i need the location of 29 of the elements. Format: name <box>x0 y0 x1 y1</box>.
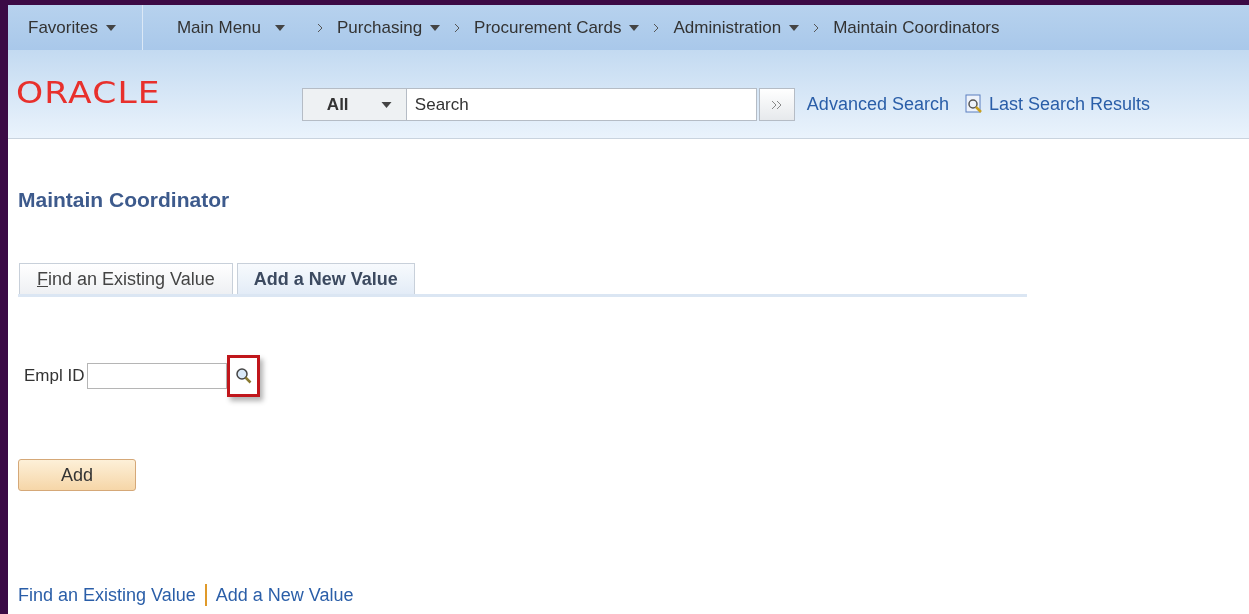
tab[interactable]: Add a New Value <box>236 263 415 294</box>
caret-icon <box>105 24 116 31</box>
chevron-icon <box>813 22 820 33</box>
search-field[interactable]: Search <box>406 88 757 121</box>
footer-link[interactable]: Add a New Value <box>215 584 354 606</box>
menu-item[interactable]: Purchasing <box>337 17 423 38</box>
empl-id-field[interactable] <box>87 363 228 389</box>
chevron-icon <box>653 22 660 33</box>
menu-item[interactable]: Main Menu <box>176 17 262 38</box>
field-label: Empl ID <box>24 366 85 386</box>
search-results-icon[interactable] <box>964 94 983 114</box>
menu-item[interactable]: Procurement Cards <box>474 17 622 38</box>
menu-item[interactable]: Administration <box>673 17 782 38</box>
oracle-logo: ORACLE <box>16 78 161 108</box>
chevron-icon <box>454 22 461 33</box>
favorites-menu[interactable]: Favorites <box>28 17 98 38</box>
double-chevron-icon <box>770 99 783 110</box>
advanced-search-link[interactable]: Advanced Search <box>806 94 949 115</box>
tab[interactable]: Find an Existing Value <box>19 263 233 294</box>
lookup-button[interactable] <box>227 355 261 397</box>
page-title: Maintain Coordinator <box>18 188 231 212</box>
menu-item[interactable]: Maintain Coordinators <box>833 17 1000 38</box>
caret-icon <box>380 101 392 108</box>
chevron-icon <box>317 22 324 33</box>
footer-link[interactable]: Find an Existing Value <box>18 584 196 606</box>
last-search-results-link[interactable]: Last Search Results <box>988 94 1151 115</box>
search-scope-dropdown[interactable]: All <box>301 88 407 121</box>
search-icon <box>234 367 253 385</box>
add-button[interactable]: Add <box>18 459 136 491</box>
